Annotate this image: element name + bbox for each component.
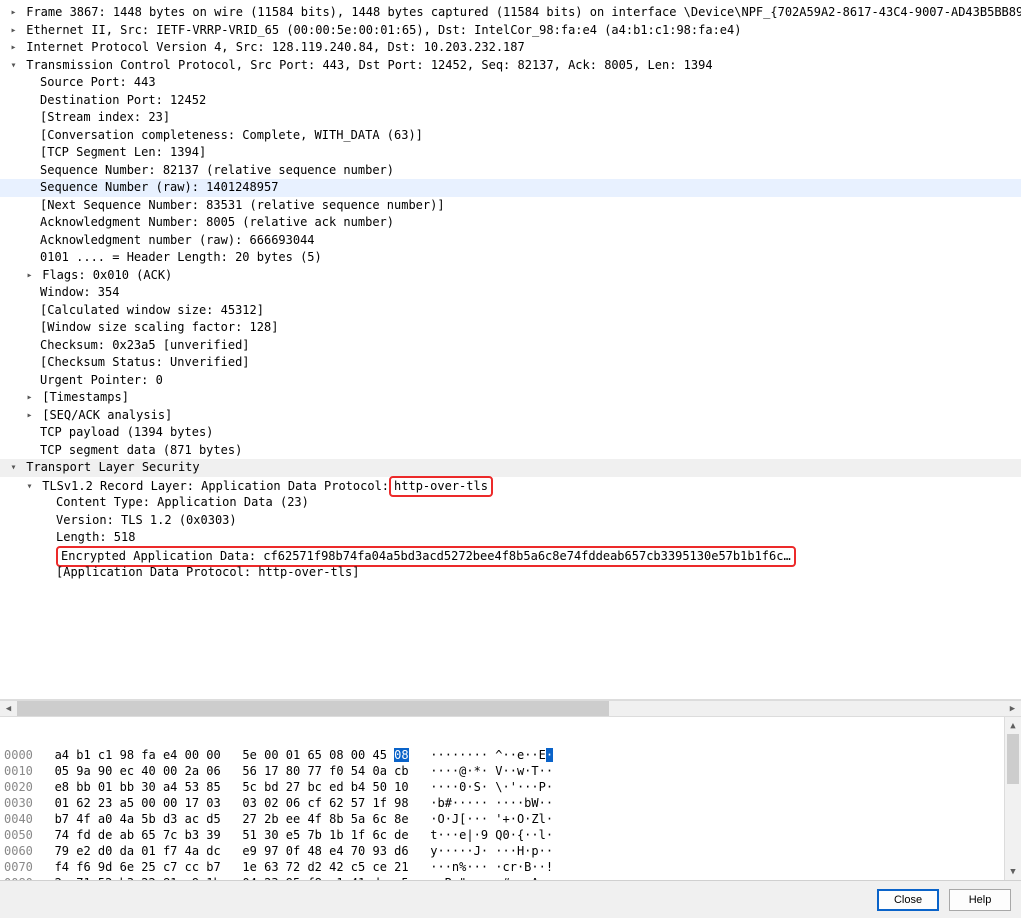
scrollbar-thumb[interactable] — [1007, 734, 1019, 784]
collapse-icon[interactable]: ▾ — [8, 459, 19, 477]
tcp-timestamps[interactable]: ▸ [Timestamps] — [0, 389, 1021, 407]
tcp-ack-rel[interactable]: Acknowledgment Number: 8005 (relative ac… — [0, 214, 1021, 232]
tls-record[interactable]: ▾ TLSv1.2 Record Layer: Application Data… — [0, 477, 1021, 495]
tcp-nextseq[interactable]: [Next Sequence Number: 83531 (relative s… — [0, 197, 1021, 215]
tcp-seq-raw[interactable]: Sequence Number (raw): 1401248957 — [0, 179, 1021, 197]
tcp-seqack-analysis[interactable]: ▸ [SEQ/ACK analysis] — [0, 407, 1021, 425]
hex-row[interactable]: 0010 05 9a 90 ec 40 00 2a 06 56 17 80 77… — [4, 763, 1019, 779]
dialog-button-bar: Close Help — [0, 880, 1021, 918]
scroll-left-icon[interactable]: ◀ — [0, 701, 17, 716]
packet-details-tree[interactable]: ▸ Frame 3867: 1448 bytes on wire (11584 … — [0, 0, 1021, 700]
tcp-seglen[interactable]: [TCP Segment Len: 1394] — [0, 144, 1021, 162]
expand-icon[interactable]: ▸ — [8, 39, 19, 57]
tcp-srcport[interactable]: Source Port: 443 — [0, 74, 1021, 92]
tcp-summary[interactable]: ▾ Transmission Control Protocol, Src Por… — [0, 57, 1021, 75]
frame-summary[interactable]: ▸ Frame 3867: 1448 bytes on wire (11584 … — [0, 4, 1021, 22]
close-button[interactable]: Close — [877, 889, 939, 911]
tcp-ckstatus[interactable]: [Checksum Status: Unverified] — [0, 354, 1021, 372]
tls-summary[interactable]: ▾ Transport Layer Security — [0, 459, 1021, 477]
tcp-segdata[interactable]: TCP segment data (871 bytes) — [0, 442, 1021, 460]
tls-content-type[interactable]: Content Type: Application Data (23) — [0, 494, 1021, 512]
hex-row[interactable]: 0000 a4 b1 c1 98 fa e4 00 00 5e 00 01 65… — [4, 747, 1019, 763]
scroll-right-icon[interactable]: ▶ — [1004, 701, 1021, 716]
hex-row[interactable]: 0060 79 e2 d0 da 01 f7 4a dc e9 97 0f 48… — [4, 843, 1019, 859]
tls-app-proto[interactable]: [Application Data Protocol: http-over-tl… — [0, 564, 1021, 582]
hex-row[interactable]: 0050 74 fd de ab 65 7c b3 39 51 30 e5 7b… — [4, 827, 1019, 843]
hex-row[interactable]: 0020 e8 bb 01 bb 30 a4 53 85 5c bd 27 bc… — [4, 779, 1019, 795]
expand-icon[interactable]: ▸ — [8, 22, 19, 40]
tcp-winscale[interactable]: [Window size scaling factor: 128] — [0, 319, 1021, 337]
tree-hscrollbar[interactable]: ◀ ▶ — [0, 700, 1021, 717]
packet-bytes-pane[interactable]: ▲ ▼ 0000 a4 b1 c1 98 fa e4 00 00 5e 00 0… — [0, 717, 1021, 880]
tcp-dstport[interactable]: Destination Port: 12452 — [0, 92, 1021, 110]
tcp-hdrlen[interactable]: 0101 .... = Header Length: 20 bytes (5) — [0, 249, 1021, 267]
tcp-urgent[interactable]: Urgent Pointer: 0 — [0, 372, 1021, 390]
tls-length[interactable]: Length: 518 — [0, 529, 1021, 547]
hex-row[interactable]: 0030 01 62 23 a5 00 00 17 03 03 02 06 cf… — [4, 795, 1019, 811]
collapse-icon[interactable]: ▾ — [24, 478, 35, 496]
tcp-checksum[interactable]: Checksum: 0x23a5 [unverified] — [0, 337, 1021, 355]
collapse-icon[interactable]: ▾ — [8, 57, 19, 75]
expand-icon[interactable]: ▸ — [24, 267, 35, 285]
tcp-convcomplete[interactable]: [Conversation completeness: Complete, WI… — [0, 127, 1021, 145]
ethernet-summary[interactable]: ▸ Ethernet II, Src: IETF-VRRP-VRID_65 (0… — [0, 22, 1021, 40]
help-button[interactable]: Help — [949, 889, 1011, 911]
tls-encrypted-data[interactable]: Encrypted Application Data: cf62571f98b7… — [0, 547, 1021, 565]
tcp-payload[interactable]: TCP payload (1394 bytes) — [0, 424, 1021, 442]
tcp-stream[interactable]: [Stream index: 23] — [0, 109, 1021, 127]
expand-icon[interactable]: ▸ — [24, 389, 35, 407]
scrollbar-track[interactable] — [17, 701, 1004, 716]
scrollbar-thumb[interactable] — [17, 701, 609, 716]
tcp-flags[interactable]: ▸ Flags: 0x010 (ACK) — [0, 267, 1021, 285]
expand-icon[interactable]: ▸ — [24, 407, 35, 425]
expand-icon[interactable]: ▸ — [8, 4, 19, 22]
tcp-calcwin[interactable]: [Calculated window size: 45312] — [0, 302, 1021, 320]
hex-row[interactable]: 0080 2c 71 52 b3 22 81 e9 1b 04 23 95 f8… — [4, 875, 1019, 880]
tcp-window[interactable]: Window: 354 — [0, 284, 1021, 302]
scroll-down-icon[interactable]: ▼ — [1005, 863, 1021, 880]
tcp-seq-rel[interactable]: Sequence Number: 82137 (relative sequenc… — [0, 162, 1021, 180]
ip-summary[interactable]: ▸ Internet Protocol Version 4, Src: 128.… — [0, 39, 1021, 57]
scroll-up-icon[interactable]: ▲ — [1005, 717, 1021, 734]
tcp-ack-raw[interactable]: Acknowledgment number (raw): 666693044 — [0, 232, 1021, 250]
hex-row[interactable]: 0070 f4 f6 9d 6e 25 c7 cc b7 1e 63 72 d2… — [4, 859, 1019, 875]
hex-row[interactable]: 0040 b7 4f a0 4a 5b d3 ac d5 27 2b ee 4f… — [4, 811, 1019, 827]
hex-vscrollbar[interactable]: ▲ ▼ — [1004, 717, 1021, 880]
tls-version[interactable]: Version: TLS 1.2 (0x0303) — [0, 512, 1021, 530]
